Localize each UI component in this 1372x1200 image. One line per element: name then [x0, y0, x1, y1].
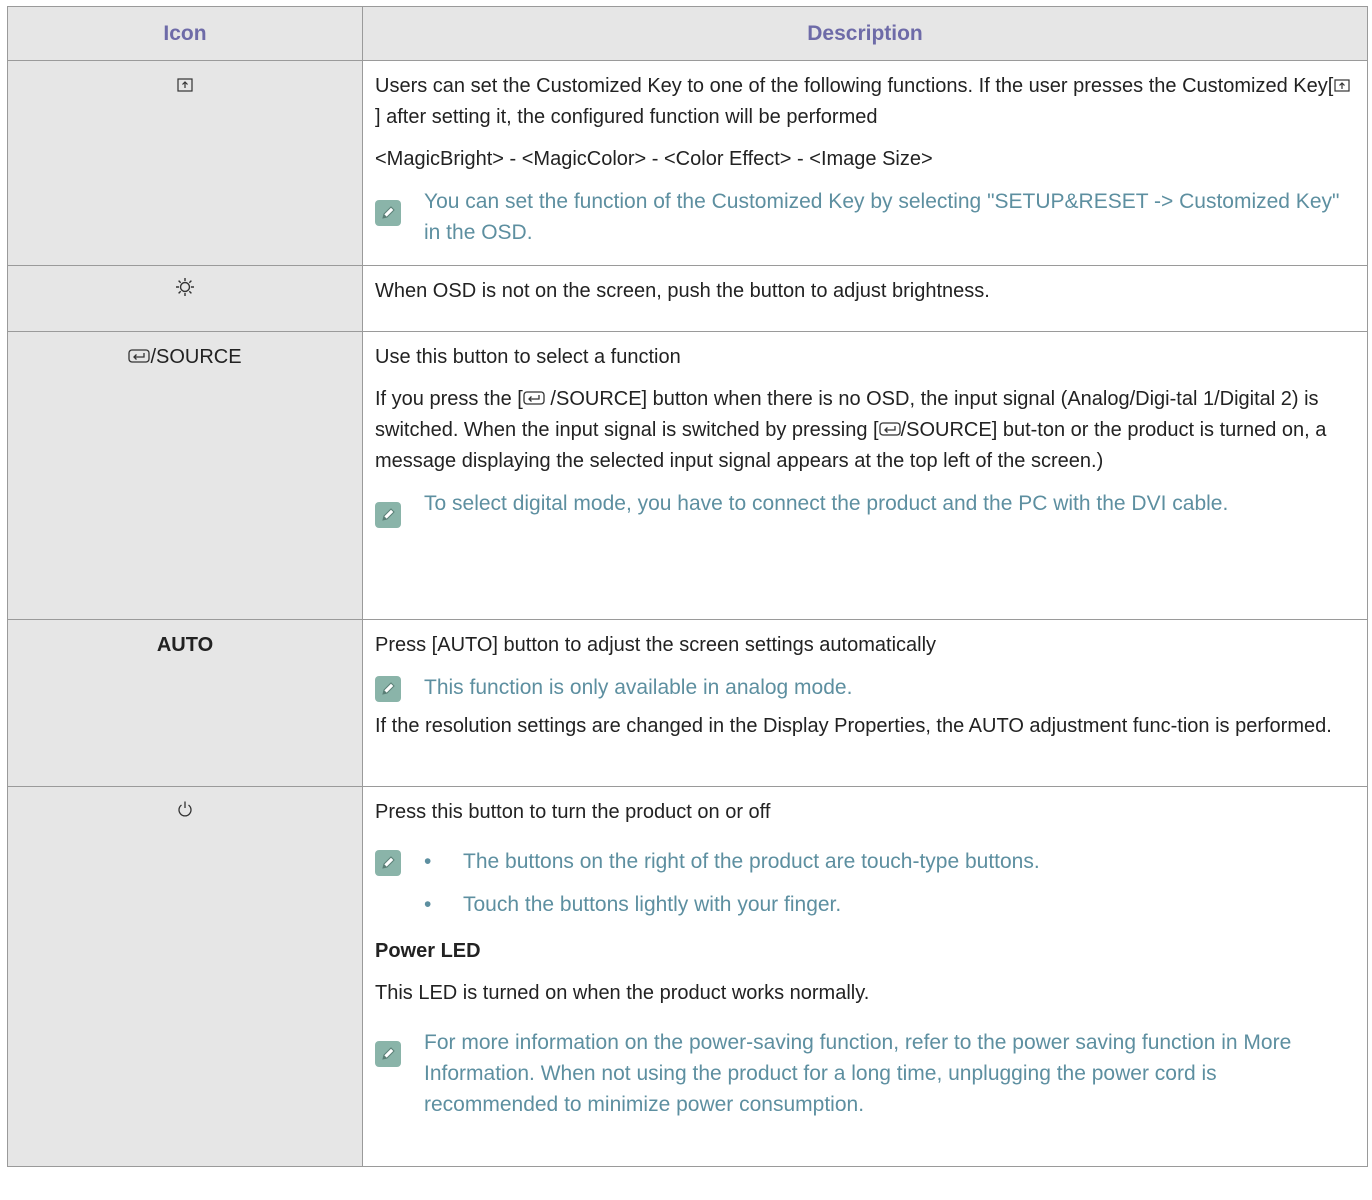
icon-cell: [7, 60, 363, 266]
description-cell: Users can set the Customized Key to one …: [362, 60, 1368, 266]
note-text: For more information on the power-saving…: [424, 1031, 1292, 1116]
note-text: To select digital mode, you have to conn…: [424, 492, 1229, 516]
note-pencil-icon: [375, 1041, 401, 1067]
power-desc-line1: Press this button to turn the product on…: [375, 801, 771, 823]
note-pencil-icon: [375, 502, 401, 529]
enter-icon: [878, 415, 901, 446]
enter-icon: [128, 342, 151, 373]
description-cell: Press [AUTO] button to adjust the screen…: [362, 619, 1368, 787]
note-bullet-list: The buttons on the right of the product …: [424, 846, 1040, 932]
note: The buttons on the right of the product …: [375, 846, 1355, 932]
auto-desc-line1: Press [AUTO] button to adjust the screen…: [375, 634, 937, 656]
icon-column-header: Icon: [7, 6, 363, 61]
note: This function is only available in analo…: [375, 672, 1355, 703]
note-pencil-icon: [375, 676, 401, 702]
customized-key-inline-icon: [1333, 71, 1351, 102]
icon-cell: [7, 265, 363, 332]
table-row: /SOURCE Use this button to select a func…: [7, 331, 1368, 620]
button-description-table: Icon Description Users can set the Custo…: [7, 6, 1368, 1167]
note-pencil-icon: [375, 200, 401, 227]
note: To select digital mode, you have to conn…: [375, 488, 1355, 529]
table-row: When OSD is not on the screen, push the …: [7, 265, 1368, 332]
list-item: The buttons on the right of the product …: [424, 846, 1040, 877]
list-item: Touch the buttons lightly with your fing…: [424, 889, 1040, 920]
table-header-row: Icon Description: [7, 6, 1368, 61]
customized-key-options: <MagicBright> - <MagicColor> - <Color Ef…: [375, 148, 933, 171]
customized-key-icon: [177, 71, 193, 102]
description-cell: When OSD is not on the screen, push the …: [362, 265, 1368, 332]
auto-label: AUTO: [156, 634, 214, 656]
table-row: Press this button to turn the product on…: [7, 786, 1368, 1167]
brightness-desc: When OSD is not on the screen, push the …: [375, 280, 990, 302]
description-cell: Use this button to select a function If …: [362, 331, 1368, 620]
description-cell: Press this button to turn the product on…: [362, 786, 1368, 1167]
power-led-desc: This LED is turned on when the product w…: [375, 982, 870, 1004]
description-column-header: Description: [362, 6, 1368, 61]
note-pencil-icon: [375, 850, 401, 876]
brightness-icon: [175, 276, 195, 307]
table-row: Users can set the Customized Key to one …: [7, 60, 1368, 266]
note-text: This function is only available in analo…: [424, 676, 853, 699]
table-row: AUTO Press [AUTO] button to adjust the s…: [7, 619, 1368, 787]
source-desc-line1: Use this button to select a function: [375, 346, 681, 368]
icon-cell: AUTO: [7, 619, 363, 787]
customized-key-desc: Users can set the Customized Key to one …: [375, 71, 1355, 133]
auto-desc-line2: If the resolution settings are changed i…: [375, 715, 1332, 737]
note: For more information on the power-saving…: [375, 1027, 1355, 1120]
power-icon: [177, 797, 193, 828]
source-label: /SOURCE: [150, 346, 242, 368]
note: You can set the function of the Customiz…: [375, 186, 1355, 248]
icon-cell: [7, 786, 363, 1167]
power-led-title: Power LED: [375, 940, 481, 962]
note-text: You can set the function of the Customiz…: [424, 190, 1340, 245]
enter-icon: [523, 384, 545, 415]
icon-cell: /SOURCE: [7, 331, 363, 620]
source-desc-para: If you press the [ /SOURCE] button when …: [375, 384, 1355, 477]
